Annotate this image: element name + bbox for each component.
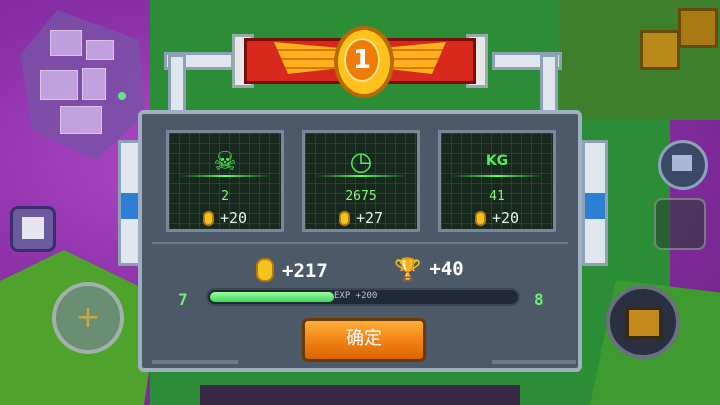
coin-icon	[474, 211, 486, 226]
supply-crate	[640, 30, 680, 70]
weight-reward: +20	[441, 209, 553, 227]
weapon-icon	[626, 307, 662, 339]
weight-icon: KG	[485, 153, 509, 169]
minimap-building	[50, 30, 82, 56]
frame-pipe	[168, 54, 186, 118]
next-level: 8	[534, 290, 544, 309]
weight-card: KG 41 +20	[438, 130, 556, 232]
card-glow-line	[451, 175, 543, 177]
card-glow-line	[315, 175, 407, 177]
survival-time-reward: +27	[305, 209, 417, 227]
total-trophies: 🏆 +40	[394, 258, 464, 283]
supply-crate	[678, 8, 718, 48]
weight-value: 41	[489, 189, 505, 204]
minimap-building	[82, 68, 106, 100]
panel-footer-decoration	[492, 360, 576, 364]
card-glow-line	[179, 175, 271, 177]
skull-icon: ☠	[213, 147, 237, 177]
reward-totals: +217 🏆 +40	[142, 256, 578, 284]
experience-fill	[210, 292, 334, 302]
clock-icon: ◷	[349, 147, 373, 177]
panel-footer-decoration	[152, 360, 238, 364]
rank-number: 1	[344, 38, 380, 82]
kills-card: ☠ 2 +20	[166, 130, 284, 232]
confirm-button[interactable]: 确定	[302, 318, 426, 362]
minimap-building	[40, 70, 78, 100]
minimap[interactable]	[20, 10, 145, 160]
movement-joystick[interactable]: +	[52, 282, 124, 354]
survival-time-value: 2675	[345, 189, 377, 204]
survival-time-card: ◷ 2675 +27	[302, 130, 420, 232]
total-coins: +217	[256, 258, 328, 282]
frame-pipe	[540, 54, 558, 118]
divider	[152, 242, 568, 244]
rank-banner: 1	[232, 26, 488, 98]
coin-icon	[338, 211, 350, 226]
plus-icon: +	[75, 300, 101, 335]
experience-bar: EXP +200	[206, 288, 520, 306]
kills-value: 2	[221, 189, 229, 204]
current-level: 7	[178, 290, 188, 309]
kills-reward: +20	[169, 209, 281, 227]
fire-button[interactable]	[606, 285, 680, 359]
minimap-building	[60, 106, 102, 134]
inventory-button[interactable]	[10, 206, 56, 252]
player-marker	[118, 92, 126, 100]
rank-medal: 1	[334, 26, 394, 98]
experience-gain-text: EXP +200	[334, 291, 378, 301]
trophy-icon: 🏆	[394, 258, 422, 283]
panel-side-bracket	[582, 140, 608, 266]
coin-icon	[256, 258, 274, 282]
coin-icon	[202, 211, 214, 226]
character-icon	[22, 217, 44, 239]
backpack-button[interactable]	[658, 140, 708, 190]
road	[200, 385, 520, 405]
match-results-panel: ☠ 2 +20 ◷ 2675 +27 KG 41 +20 +217 🏆 +40 7…	[138, 110, 582, 372]
backpack-icon	[672, 155, 692, 171]
empty-slot-button[interactable]	[654, 198, 706, 250]
minimap-building	[86, 40, 114, 60]
